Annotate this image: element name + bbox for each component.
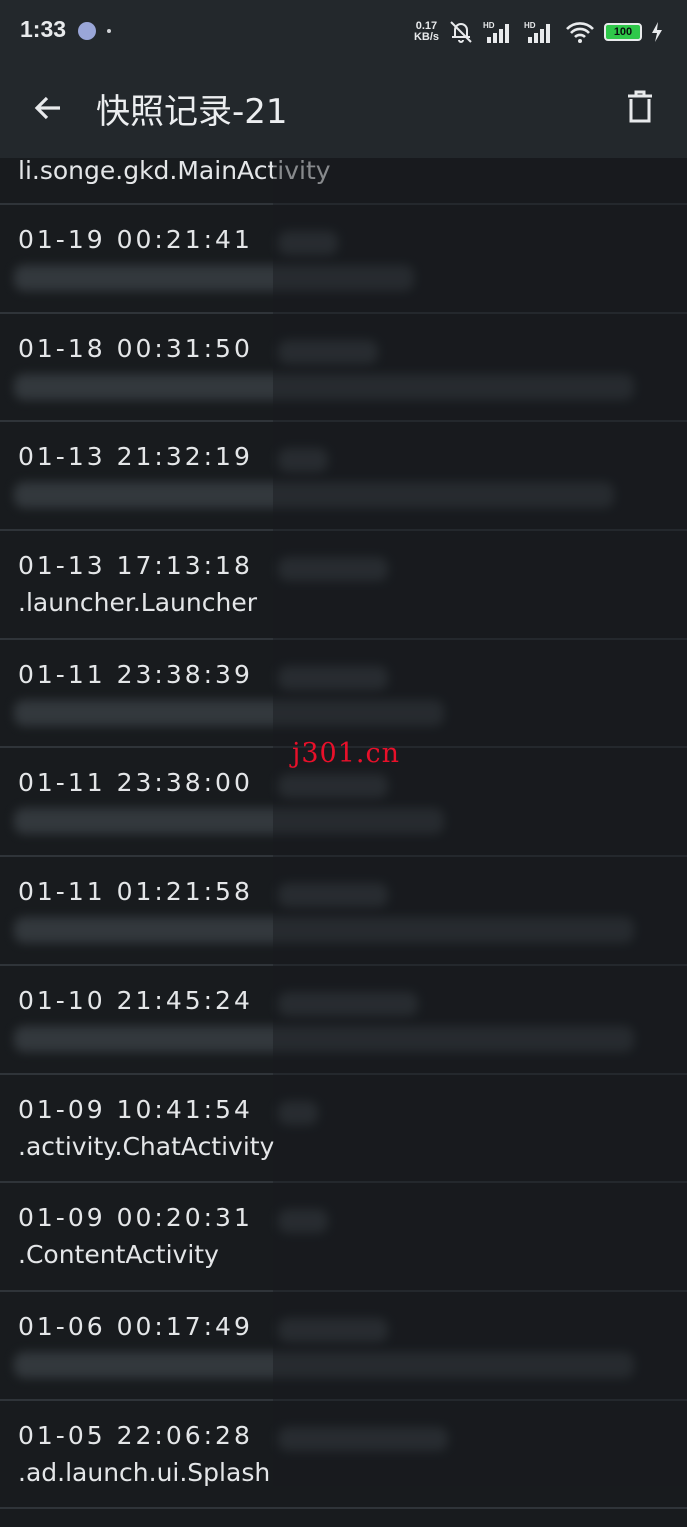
snapshot-row-partial[interactable]: li.songe.gkd.MainActivity (0, 156, 687, 205)
watermark-text: j301.cn (292, 738, 400, 769)
trash-icon (628, 90, 652, 123)
snapshot-row[interactable]: 01-13 17:13:18 .launcher.Launcher (0, 531, 687, 640)
redacted-app-name (278, 231, 338, 255)
snapshot-row[interactable]: 01-05 22:06:28 .ad.launch.ui.Splash (0, 1401, 687, 1510)
signal-hd-icon-2: HD (524, 21, 550, 43)
arrow-left-icon (34, 96, 60, 120)
snapshot-list: li.songe.gkd.MainActivity 01-19 00:21:41… (0, 156, 687, 1510)
snapshot-row[interactable]: 01-11 23:38:39 (0, 640, 687, 749)
redacted-app-name (278, 665, 388, 690)
snapshot-activity: .activity.ChatActivity (18, 1131, 275, 1161)
snapshot-time: 01-18 00:31:50 (18, 333, 253, 363)
snapshot-row[interactable]: 01-09 00:20:31 .ContentActivity (0, 1183, 687, 1292)
snapshot-row[interactable]: 01-10 21:45:24 (0, 966, 687, 1075)
snapshot-row[interactable]: 01-06 00:17:49 (0, 1292, 687, 1401)
snapshot-time: 01-19 00:21:41 (18, 225, 253, 254)
redacted-app-name (278, 991, 418, 1016)
screen: 1:33 0.17 KB/s HD HD 100 快照记录-21 li.song… (0, 0, 687, 1527)
redacted-app-name (278, 1209, 328, 1234)
redacted-app-name (278, 774, 388, 799)
redacted-app-name (278, 1426, 448, 1451)
redacted-activity (14, 699, 444, 726)
snapshot-time: 01-10 21:45:24 (18, 985, 253, 1015)
snapshot-time: 01-11 23:38:39 (18, 659, 253, 689)
redacted-app-name (278, 883, 388, 908)
snapshot-time: 01-13 17:13:18 (18, 551, 253, 581)
snapshot-row[interactable]: 01-19 00:21:41 (0, 205, 687, 314)
more-notifications-dot-icon (107, 29, 111, 33)
svg-text:HD: HD (524, 21, 536, 30)
redacted-activity (14, 265, 414, 291)
snapshot-activity: .ContentActivity (18, 1240, 219, 1270)
snapshot-time: 01-06 00:17:49 (18, 1311, 253, 1341)
snapshot-time: 01-05 22:06:28 (18, 1420, 253, 1450)
back-button[interactable] (22, 82, 74, 134)
snapshot-row[interactable]: 01-13 21:32:19 (0, 422, 687, 532)
redacted-app-name (278, 448, 328, 473)
battery-indicator: 100 (604, 23, 642, 41)
redacted-activity (14, 808, 444, 835)
status-indicators: 0.17 KB/s HD HD 100 (414, 17, 663, 47)
charging-bolt-icon (652, 22, 662, 42)
snapshot-row[interactable]: 01-18 00:31:50 (0, 314, 687, 423)
snapshot-activity: li.songe.gkd.MainActivity (18, 156, 331, 185)
redacted-app-name (278, 1100, 318, 1125)
redacted-app-name (278, 339, 378, 364)
snapshot-activity: .launcher.Launcher (18, 588, 257, 618)
bell-off-icon (450, 21, 472, 43)
snapshot-time: 01-09 00:20:31 (18, 1203, 253, 1233)
snapshot-time: 01-13 21:32:19 (18, 442, 253, 472)
wifi-icon (566, 22, 594, 43)
notification-app-icon (78, 22, 96, 40)
snapshot-row[interactable]: 01-09 10:41:54 .activity.ChatActivity (0, 1075, 687, 1184)
snapshot-activity: .ad.launch.ui.Splash (18, 1457, 271, 1487)
status-time: 1:33 (20, 16, 67, 42)
redacted-app-name (278, 1317, 388, 1342)
redacted-activity (14, 482, 614, 509)
svg-text:HD: HD (483, 21, 495, 30)
signal-hd-icon-1: HD (483, 21, 509, 43)
redacted-app-name (278, 557, 388, 582)
snapshot-time: 01-11 23:38:00 (18, 768, 253, 798)
snapshot-row[interactable]: 01-11 01:21:58 (0, 857, 687, 966)
redacted-activity (14, 917, 634, 944)
delete-all-button[interactable] (613, 80, 667, 134)
network-speed: 0.17 KB/s (414, 21, 439, 43)
redacted-activity (14, 373, 634, 400)
app-bar: 快照记录-21 (0, 62, 687, 158)
network-speed-unit: KB/s (413, 31, 439, 43)
snapshot-time: 01-09 10:41:54 (18, 1094, 253, 1124)
redacted-activity (14, 1025, 634, 1052)
redacted-activity (14, 1351, 634, 1378)
page-title: 快照记录-21 (96, 92, 288, 132)
status-bar: 1:33 0.17 KB/s HD HD 100 (0, 0, 687, 62)
snapshot-time: 01-11 01:21:58 (18, 877, 253, 907)
